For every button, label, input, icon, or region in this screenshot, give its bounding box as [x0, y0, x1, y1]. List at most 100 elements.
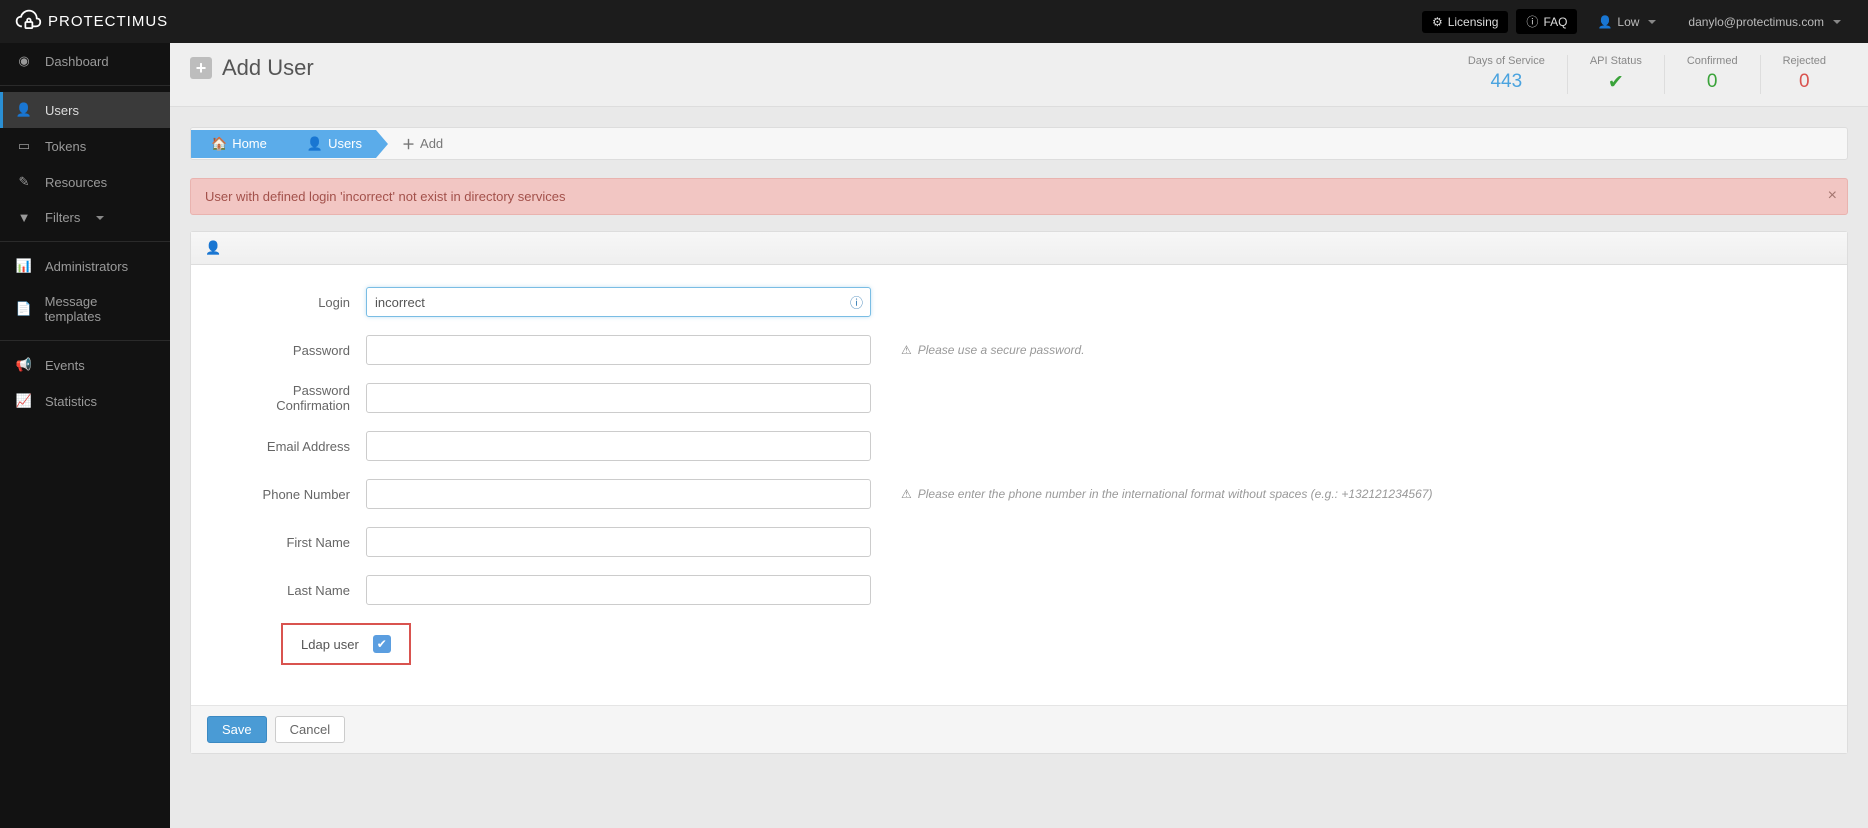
nav-label: Tokens	[45, 139, 86, 154]
nav-dashboard[interactable]: ◉ Dashboard	[0, 43, 170, 79]
panel-footer: Save Cancel	[191, 705, 1847, 753]
licensing-button[interactable]: ⚙ Licensing	[1422, 11, 1508, 33]
info-icon[interactable]: ⓘ	[850, 293, 863, 312]
hint-text: Please use a secure password.	[918, 343, 1085, 357]
caret-down-icon	[1648, 20, 1656, 24]
plus-icon: +	[190, 57, 212, 79]
stat-value: 0	[1783, 71, 1826, 93]
login-input[interactable]	[366, 287, 871, 317]
licensing-label: Licensing	[1448, 15, 1499, 29]
page-title: Add User	[222, 55, 314, 81]
brand-logo[interactable]: PROTECTIMUS	[0, 8, 170, 36]
user-icon: 👤	[15, 102, 33, 118]
stat-label: API Status	[1590, 55, 1642, 67]
cloud-lock-icon	[14, 8, 42, 36]
divider	[0, 340, 170, 341]
row-login: Login ⓘ	[221, 287, 1817, 317]
nav-tokens[interactable]: ▭ Tokens	[0, 128, 170, 164]
user-icon: 👤	[307, 136, 323, 152]
security-label: Low	[1617, 15, 1639, 29]
label-ldap: Ldap user	[301, 637, 359, 652]
crumb-add: ＋ Add	[376, 128, 457, 159]
nav-label: Statistics	[45, 394, 97, 409]
sidebar: ◉ Dashboard 👤 Users ▭ Tokens ✎ Resources…	[0, 43, 170, 828]
account-dropdown[interactable]: danylo@protectimus.com	[1676, 15, 1853, 29]
nav-users[interactable]: 👤 Users	[0, 92, 170, 128]
page-header: + Add User Days of Service 443 API Statu…	[170, 43, 1868, 107]
breadcrumbs: 🏠 Home 👤 Users ＋ Add	[190, 127, 1848, 160]
token-icon: ▭	[15, 138, 33, 154]
user-icon: 👤	[1597, 15, 1612, 29]
check-icon: ✔	[1590, 71, 1642, 94]
label-phone: Phone Number	[221, 487, 366, 502]
stat-value: 443	[1468, 71, 1545, 93]
label-last-name: Last Name	[221, 583, 366, 598]
nav-message-templates[interactable]: 📄 Message templates	[0, 284, 170, 334]
info-icon: ⓘ	[1526, 13, 1538, 30]
ldap-checkbox[interactable]: ✔	[373, 635, 391, 653]
edit-icon: ✎	[15, 174, 33, 190]
nav-events[interactable]: 📢 Events	[0, 347, 170, 383]
stat-api: API Status ✔	[1567, 55, 1664, 94]
stats-icon: 📈	[15, 393, 33, 409]
label-email: Email Address	[221, 439, 366, 454]
gear-icon: ⚙	[1432, 15, 1443, 29]
label-password-confirm: Password Confirmation	[221, 383, 366, 413]
crumb-label: Home	[232, 136, 267, 151]
crumb-home[interactable]: 🏠 Home	[191, 130, 281, 158]
last-name-input[interactable]	[366, 575, 871, 605]
alert-close-button[interactable]: ×	[1828, 187, 1837, 205]
password-hint: ⚠ Please use a secure password.	[901, 343, 1085, 357]
nav-label: Administrators	[45, 259, 128, 274]
stat-label: Days of Service	[1468, 55, 1545, 67]
password-input[interactable]	[366, 335, 871, 365]
chart-icon: 📊	[15, 258, 33, 274]
phone-input[interactable]	[366, 479, 871, 509]
account-email: danylo@protectimus.com	[1688, 15, 1824, 29]
label-first-name: First Name	[221, 535, 366, 550]
stat-label: Confirmed	[1687, 55, 1738, 67]
crumb-users[interactable]: 👤 Users	[281, 130, 376, 158]
form-panel: 👤 Login ⓘ Password ⚠	[190, 231, 1848, 754]
row-password-confirm: Password Confirmation	[221, 383, 1817, 413]
email-input[interactable]	[366, 431, 871, 461]
stat-days: Days of Service 443	[1446, 55, 1567, 94]
stat-value: 0	[1687, 71, 1738, 93]
plus-icon: ＋	[402, 134, 415, 153]
cancel-button[interactable]: Cancel	[275, 716, 345, 743]
nav-filters[interactable]: ▼ Filters	[0, 200, 170, 235]
brand-text: PROTECTIMUS	[48, 13, 168, 30]
home-icon: 🏠	[211, 136, 227, 152]
topbar: PROTECTIMUS ⚙ Licensing ⓘ FAQ 👤 Low dany…	[0, 0, 1868, 43]
document-icon: 📄	[15, 301, 33, 317]
alert-text: User with defined login 'incorrect' not …	[205, 189, 565, 204]
nav-label: Filters	[45, 210, 80, 225]
nav-resources[interactable]: ✎ Resources	[0, 164, 170, 200]
nav-statistics[interactable]: 📈 Statistics	[0, 383, 170, 419]
faq-button[interactable]: ⓘ FAQ	[1516, 9, 1577, 34]
crumb-label: Add	[420, 136, 443, 151]
nav-label: Message templates	[45, 294, 155, 324]
warning-icon: ⚠	[901, 343, 912, 357]
nav-administrators[interactable]: 📊 Administrators	[0, 248, 170, 284]
caret-down-icon	[96, 216, 104, 220]
content: + Add User Days of Service 443 API Statu…	[170, 43, 1868, 828]
stats-bar: Days of Service 443 API Status ✔ Confirm…	[1446, 55, 1848, 94]
row-last-name: Last Name	[221, 575, 1817, 605]
dashboard-icon: ◉	[15, 53, 33, 69]
save-button[interactable]: Save	[207, 716, 267, 743]
security-dropdown[interactable]: 👤 Low	[1585, 15, 1668, 29]
stat-rejected: Rejected 0	[1760, 55, 1848, 94]
first-name-input[interactable]	[366, 527, 871, 557]
label-login: Login	[221, 295, 366, 310]
nav-label: Resources	[45, 175, 107, 190]
row-password: Password ⚠ Please use a secure password.	[221, 335, 1817, 365]
row-phone: Phone Number ⚠ Please enter the phone nu…	[221, 479, 1817, 509]
panel-header: 👤	[191, 232, 1847, 265]
faq-label: FAQ	[1543, 15, 1567, 29]
caret-down-icon	[1833, 20, 1841, 24]
label-password: Password	[221, 343, 366, 358]
password-confirm-input[interactable]	[366, 383, 871, 413]
stat-confirmed: Confirmed 0	[1664, 55, 1760, 94]
phone-hint: ⚠ Please enter the phone number in the i…	[901, 487, 1432, 501]
